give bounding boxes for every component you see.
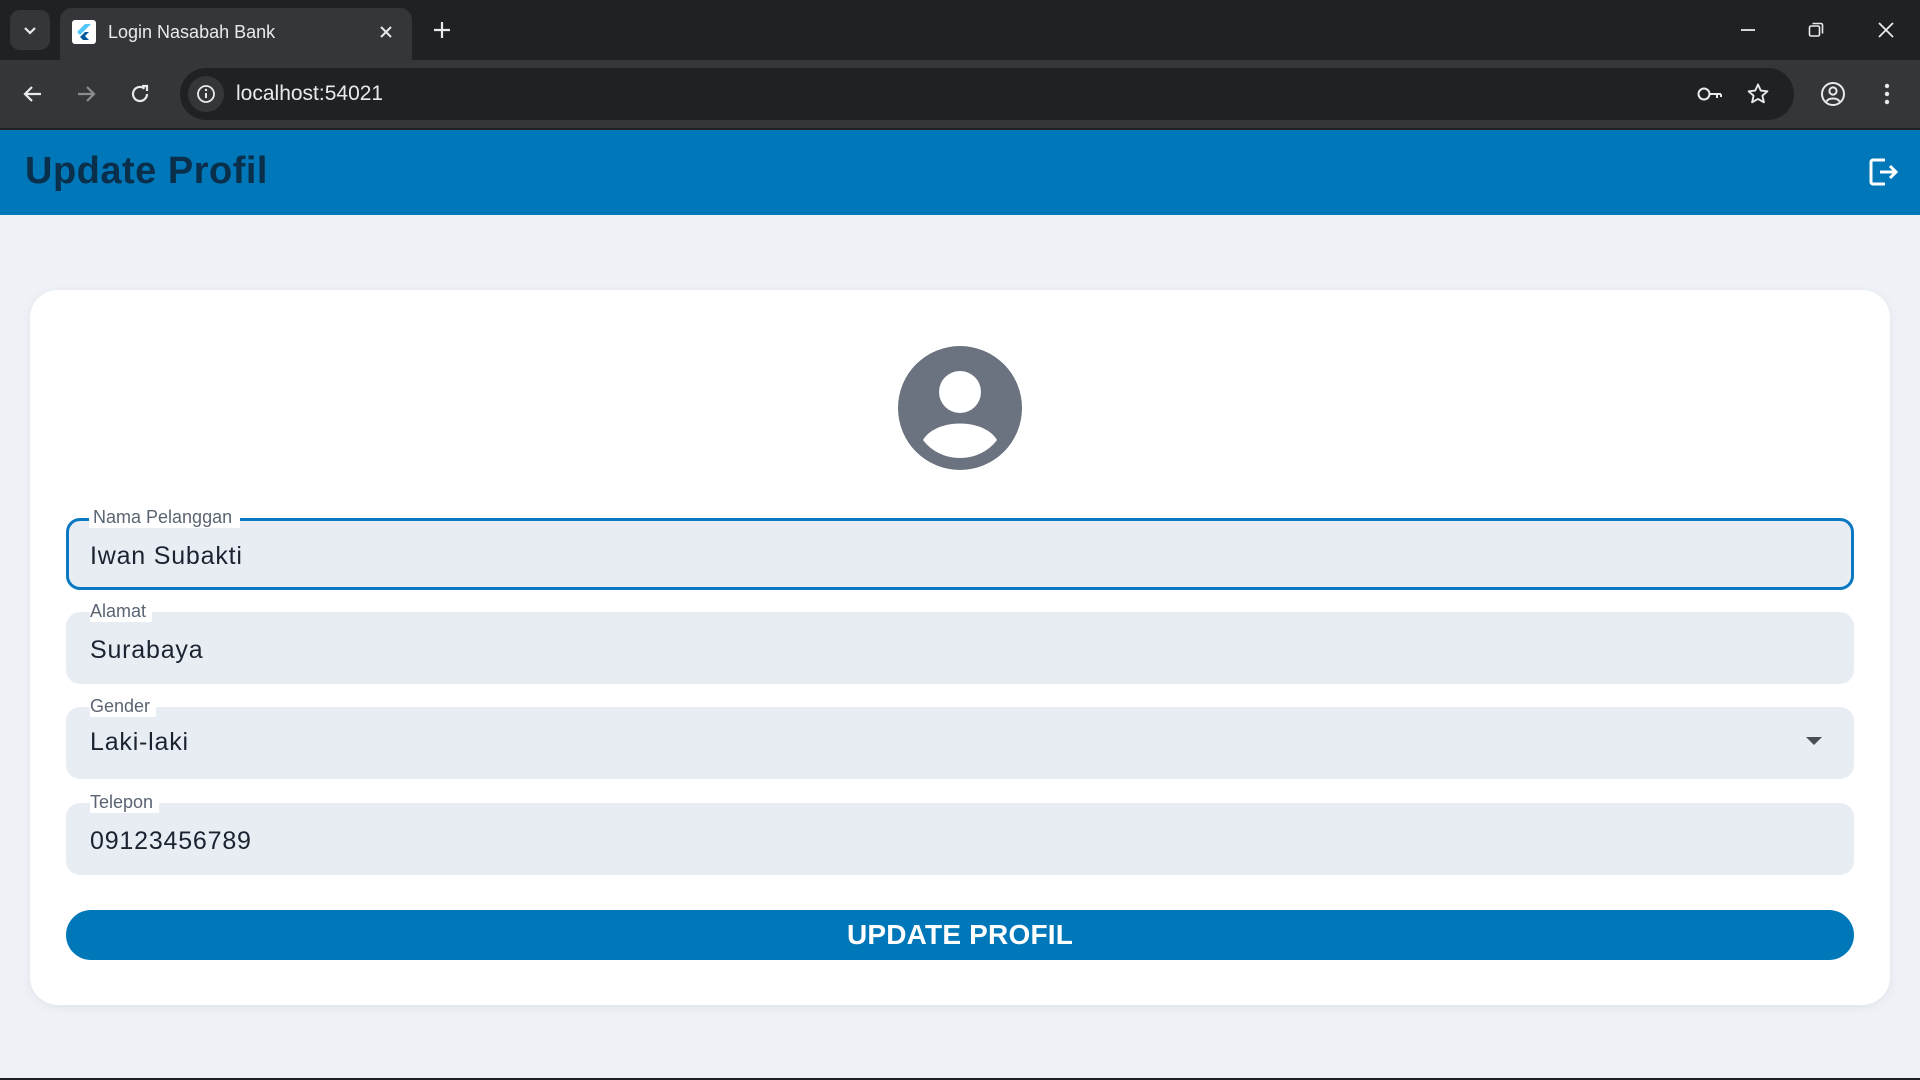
logout-button[interactable] bbox=[1862, 150, 1906, 194]
arrow-right-icon bbox=[78, 86, 96, 102]
flutter-logo-icon bbox=[72, 20, 96, 44]
restore-icon bbox=[1808, 22, 1824, 37]
close-window-button[interactable] bbox=[1852, 0, 1920, 60]
account-circle-icon bbox=[1821, 82, 1845, 106]
tab-close-button[interactable] bbox=[374, 20, 398, 44]
browser-tabstrip: Login Nasabah Bank bbox=[0, 0, 1920, 60]
nama-pelanggan-field[interactable]: Nama Pelanggan Iwan Subakti bbox=[66, 506, 1854, 590]
passwords-button[interactable] bbox=[1694, 78, 1726, 110]
dropdown-arrow-icon[interactable] bbox=[1806, 737, 1822, 745]
url-text[interactable]: localhost:54021 bbox=[236, 82, 383, 106]
more-vert-icon bbox=[1884, 83, 1890, 105]
info-icon bbox=[197, 85, 215, 103]
site-info-button[interactable] bbox=[188, 76, 224, 112]
telepon-value[interactable]: 09123456789 bbox=[90, 827, 252, 856]
tab-title: Login Nasabah Bank bbox=[108, 22, 276, 42]
plus-icon bbox=[434, 22, 450, 38]
browser-tab[interactable]: Login Nasabah Bank bbox=[60, 8, 412, 60]
reload-button[interactable] bbox=[120, 74, 160, 114]
tab-search-button[interactable] bbox=[10, 10, 50, 50]
reload-icon bbox=[131, 84, 149, 103]
telepon-field[interactable]: Telepon 09123456789 bbox=[66, 791, 1854, 875]
telepon-label: Telepon bbox=[90, 791, 160, 813]
profile-card: Nama Pelanggan Iwan Subakti Alamat Surab… bbox=[30, 290, 1890, 1005]
page-title: Update Profil bbox=[25, 150, 268, 192]
restore-button[interactable] bbox=[1782, 0, 1850, 60]
browser-menu-button[interactable] bbox=[1867, 74, 1907, 114]
chevron-down-icon bbox=[24, 27, 36, 35]
alamat-label: Alamat bbox=[90, 600, 153, 622]
close-icon bbox=[1878, 22, 1894, 38]
address-bar[interactable]: localhost:54021 bbox=[180, 68, 1794, 120]
bookmark-button[interactable] bbox=[1742, 78, 1774, 110]
browser-toolbar: localhost:54021 bbox=[0, 60, 1920, 128]
gender-label: Gender bbox=[90, 695, 157, 717]
alamat-field[interactable]: Alamat Surabaya bbox=[66, 600, 1854, 684]
minimize-icon bbox=[1741, 29, 1755, 31]
new-tab-button[interactable] bbox=[422, 10, 462, 50]
key-icon bbox=[1697, 87, 1722, 101]
app-page: Update Profil Nama Pelanggan Iwan Subakt… bbox=[0, 130, 1920, 1080]
profile-button[interactable] bbox=[1813, 74, 1853, 114]
arrow-left-icon bbox=[23, 86, 41, 102]
gender-value[interactable]: Laki-laki bbox=[90, 728, 189, 757]
nama-pelanggan-value[interactable]: Iwan Subakti bbox=[90, 542, 243, 571]
update-profil-label: UPDATE PROFIL bbox=[846, 919, 1074, 950]
account-circle-icon bbox=[898, 346, 1022, 470]
nama-pelanggan-label: Nama Pelanggan bbox=[89, 506, 241, 528]
forward-button[interactable] bbox=[66, 74, 106, 114]
close-icon bbox=[380, 26, 392, 38]
alamat-value[interactable]: Surabaya bbox=[90, 636, 203, 665]
back-button[interactable] bbox=[13, 74, 53, 114]
logout-icon bbox=[1869, 158, 1899, 186]
gender-dropdown[interactable]: Gender Laki-laki bbox=[66, 695, 1854, 779]
minimize-button[interactable] bbox=[1714, 0, 1782, 60]
app-bar: Update Profil bbox=[0, 130, 1920, 215]
star-icon bbox=[1747, 83, 1769, 104]
update-profil-button[interactable]: UPDATE PROFIL bbox=[66, 910, 1854, 960]
